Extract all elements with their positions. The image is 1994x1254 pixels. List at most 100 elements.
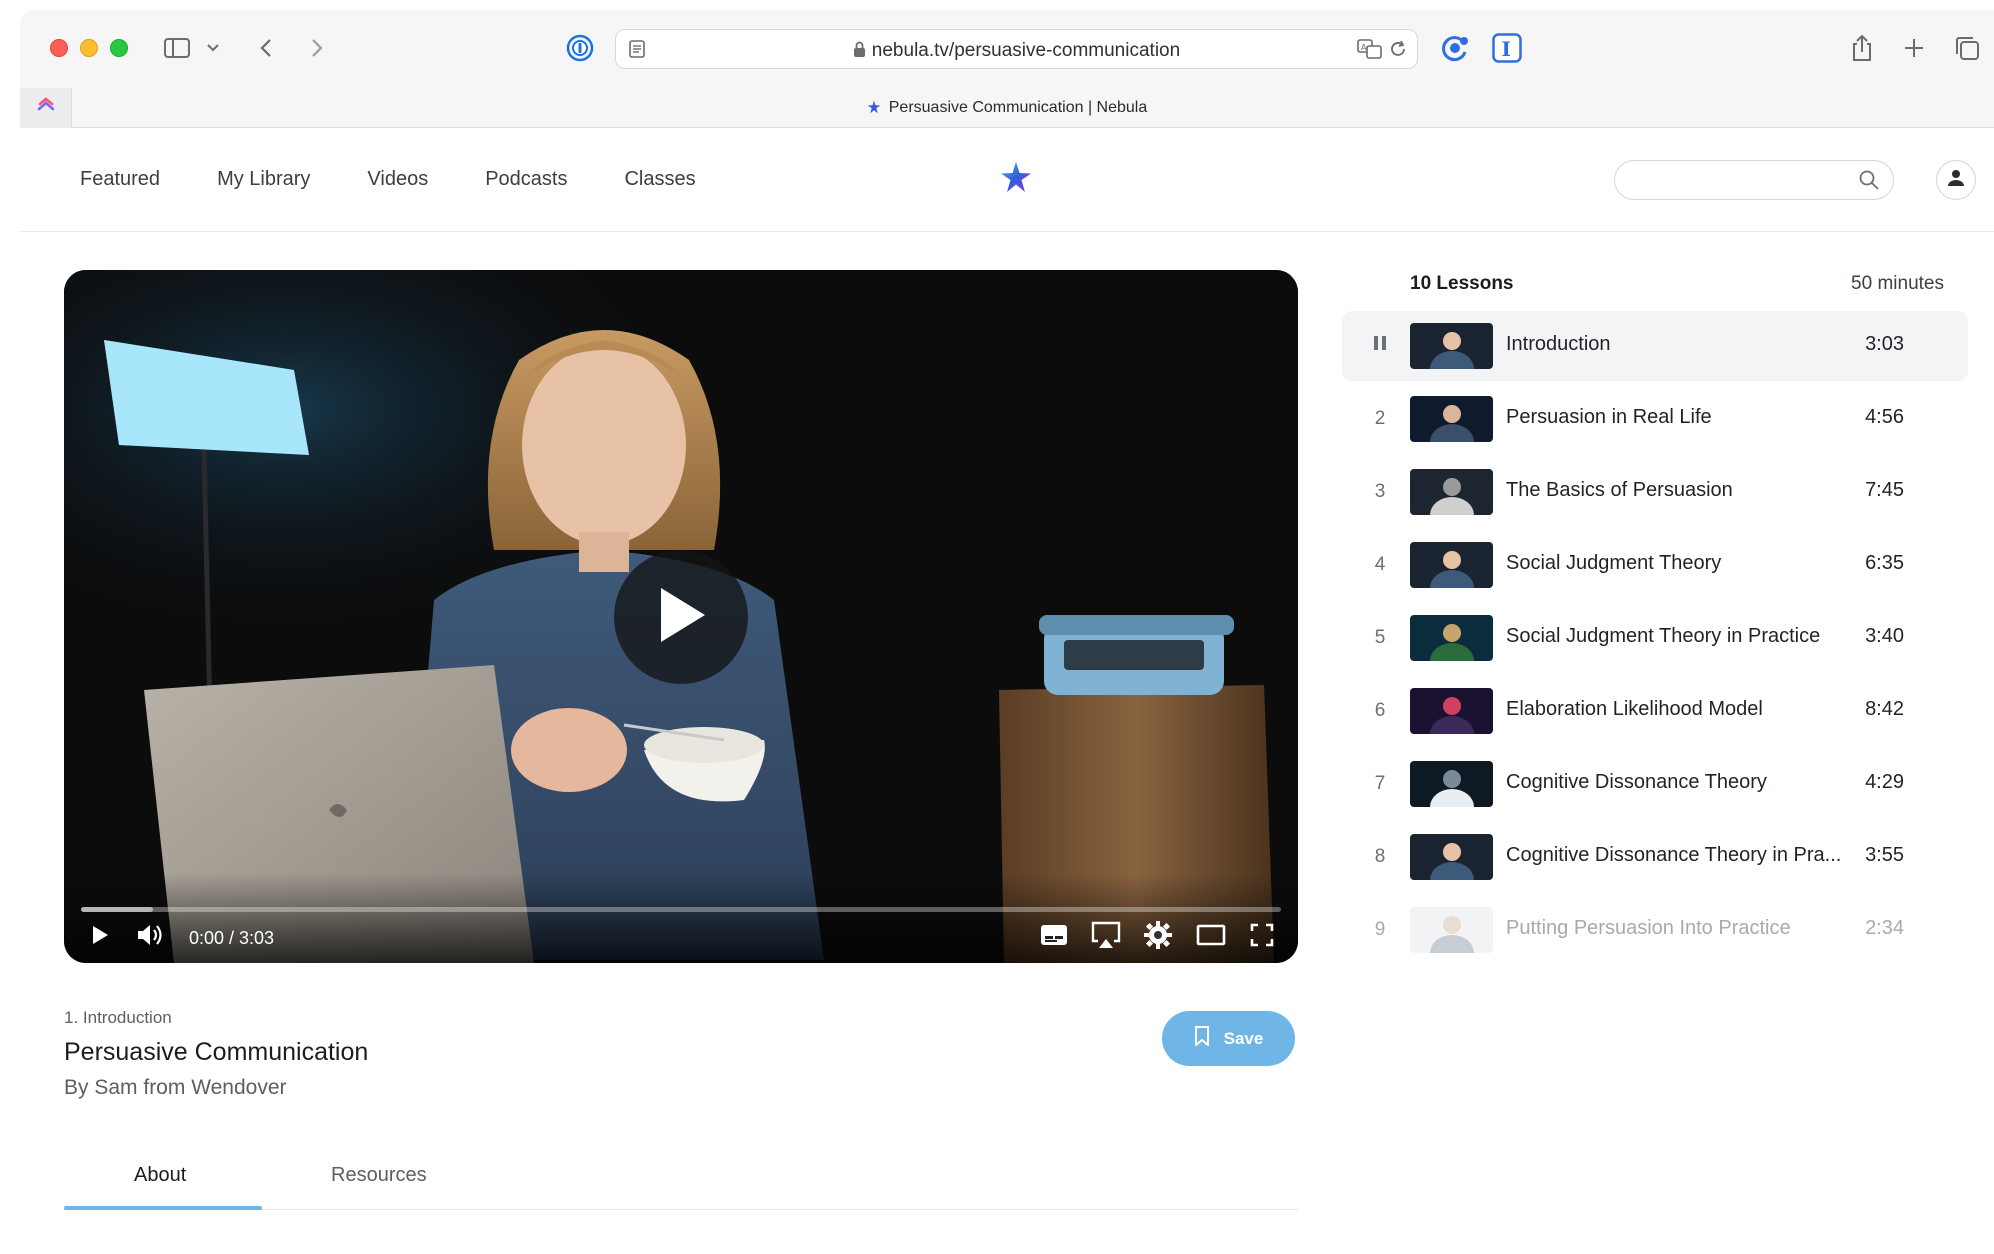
- lesson-number: 8: [1374, 846, 1386, 867]
- lesson-title: Social Judgment Theory in Practice: [1506, 625, 1821, 647]
- tab-overview-icon[interactable]: [1952, 32, 1982, 64]
- settings-button[interactable]: [1142, 920, 1174, 954]
- chevron-down-icon[interactable]: [204, 32, 222, 64]
- lesson-title: Persuasion in Real Life: [1506, 406, 1712, 428]
- new-tab-icon[interactable]: [1900, 32, 1928, 64]
- lesson-number: 3: [1374, 481, 1386, 502]
- lesson-thumbnail: [1410, 834, 1493, 880]
- theater-mode-button[interactable]: [1194, 921, 1228, 953]
- lesson-label: 1. Introduction: [64, 1008, 172, 1027]
- forward-icon[interactable]: [303, 32, 331, 64]
- lesson-item[interactable]: 2 Persuasion in Real Life 4:56: [1342, 384, 1968, 454]
- captions-button[interactable]: [1038, 921, 1070, 953]
- nebula-logo-icon[interactable]: [998, 160, 1034, 201]
- minimize-window-button[interactable]: [80, 39, 98, 57]
- course-title: Persuasive Communication: [64, 1038, 369, 1066]
- seek-bar-played: [81, 907, 153, 912]
- lesson-title: The Basics of Persuasion: [1506, 479, 1733, 501]
- lesson-title: Putting Persuasion Into Practice: [1506, 917, 1791, 939]
- seek-bar[interactable]: [81, 907, 1281, 912]
- lesson-duration: 3:55: [1865, 844, 1904, 866]
- lesson-title: Social Judgment Theory: [1506, 552, 1722, 574]
- share-icon[interactable]: [1848, 32, 1876, 64]
- lesson-thumbnail: [1410, 323, 1493, 369]
- content-tabs: About Resources: [64, 1140, 1298, 1210]
- tab-about[interactable]: About: [134, 1164, 186, 1187]
- lesson-thumbnail: [1410, 615, 1493, 661]
- close-window-button[interactable]: [50, 39, 68, 57]
- lesson-thumbnail: [1410, 907, 1493, 953]
- translate-icon[interactable]: A: [1357, 39, 1383, 64]
- theater-icon: [1196, 924, 1226, 951]
- browser-window-chrome: nebula.tv/persuasive-communication A I P…: [20, 10, 1994, 128]
- captions-icon: [1040, 924, 1068, 951]
- big-play-button[interactable]: [614, 550, 748, 684]
- lesson-duration: 3:40: [1865, 625, 1904, 647]
- user-icon: [1947, 169, 1965, 192]
- lock-icon: [853, 41, 866, 64]
- play-icon: [91, 925, 109, 950]
- play-icon: [653, 584, 709, 651]
- lesson-number: 2: [1374, 408, 1386, 429]
- password-manager-icon[interactable]: [564, 32, 596, 64]
- reload-icon[interactable]: [1389, 39, 1407, 64]
- url-text: nebula.tv/persuasive-communication: [871, 40, 1181, 61]
- extension-icon[interactable]: [1438, 32, 1472, 64]
- nav-podcasts[interactable]: Podcasts: [485, 168, 567, 191]
- nav-my-library[interactable]: My Library: [217, 168, 310, 191]
- fullscreen-button[interactable]: [1246, 921, 1278, 953]
- search-field[interactable]: [1631, 169, 1851, 191]
- lesson-duration: 4:29: [1865, 771, 1904, 793]
- lesson-thumbnail: [1410, 469, 1493, 515]
- nav-classes[interactable]: Classes: [624, 168, 695, 191]
- lesson-duration: 8:42: [1865, 698, 1904, 720]
- active-tab-indicator: [64, 1206, 262, 1210]
- lesson-number: 5: [1374, 627, 1386, 648]
- save-button[interactable]: Save: [1162, 1011, 1295, 1066]
- lesson-item[interactable]: 5 Social Judgment Theory in Practice 3:40: [1342, 603, 1968, 673]
- course-author[interactable]: By Sam from Wendover: [64, 1076, 287, 1100]
- main-nav: Featured My Library Videos Podcasts Clas…: [80, 168, 753, 191]
- lesson-item[interactable]: 3 The Basics of Persuasion 7:45: [1342, 457, 1968, 527]
- lesson-item[interactable]: 7 Cognitive Dissonance Theory 4:29: [1342, 749, 1968, 819]
- lesson-thumbnail: [1410, 761, 1493, 807]
- tab-title: Persuasive Communication | Nebula: [888, 99, 1148, 116]
- tab-resources[interactable]: Resources: [331, 1164, 427, 1187]
- zoom-window-button[interactable]: [110, 39, 128, 57]
- active-tab[interactable]: Persuasive Communication | Nebula: [20, 99, 1994, 119]
- fullscreen-icon: [1250, 923, 1274, 952]
- lesson-duration: 3:03: [1865, 333, 1904, 355]
- window-controls: [50, 39, 128, 57]
- tab-bar: Persuasive Communication | Nebula: [20, 88, 1994, 128]
- play-pause-button[interactable]: [84, 921, 116, 953]
- save-label: Save: [1223, 1028, 1264, 1048]
- video-player[interactable]: 0:00 / 3:03: [64, 270, 1298, 963]
- svg-text:I: I: [1502, 37, 1511, 61]
- back-icon[interactable]: [252, 32, 280, 64]
- lesson-title: Elaboration Likelihood Model: [1506, 698, 1763, 720]
- nav-videos[interactable]: Videos: [367, 168, 428, 191]
- lesson-duration: 7:45: [1865, 479, 1904, 501]
- sidebar-toggle-icon[interactable]: [160, 32, 194, 64]
- search-input[interactable]: [1614, 160, 1894, 200]
- player-controls: 0:00 / 3:03: [64, 873, 1298, 963]
- bookmark-icon: [1194, 1026, 1210, 1051]
- lesson-thumbnail: [1410, 396, 1493, 442]
- lesson-item[interactable]: 9 Putting Persuasion Into Practice 2:34: [1342, 895, 1968, 965]
- pause-icon: [1368, 335, 1392, 357]
- search-icon[interactable]: [1859, 170, 1879, 195]
- lesson-title: Cognitive Dissonance Theory in Pra...: [1506, 844, 1842, 866]
- lesson-item[interactable]: 4 Social Judgment Theory 6:35: [1342, 530, 1968, 600]
- airplay-button[interactable]: [1088, 921, 1124, 953]
- instapaper-icon[interactable]: I: [1490, 32, 1524, 64]
- nebula-favicon-icon: [867, 100, 881, 119]
- address-bar[interactable]: nebula.tv/persuasive-communication A: [615, 29, 1418, 69]
- lesson-item[interactable]: 6 Elaboration Likelihood Model 8:42: [1342, 676, 1968, 746]
- lesson-duration: 4:56: [1865, 406, 1904, 428]
- lesson-item[interactable]: Introduction 3:03: [1342, 311, 1968, 381]
- nav-featured[interactable]: Featured: [80, 168, 160, 191]
- gear-icon: [1144, 920, 1172, 954]
- account-button[interactable]: [1936, 160, 1976, 200]
- volume-button[interactable]: [132, 921, 168, 953]
- lesson-item[interactable]: 8 Cognitive Dissonance Theory in Pra... 3:…: [1342, 822, 1968, 892]
